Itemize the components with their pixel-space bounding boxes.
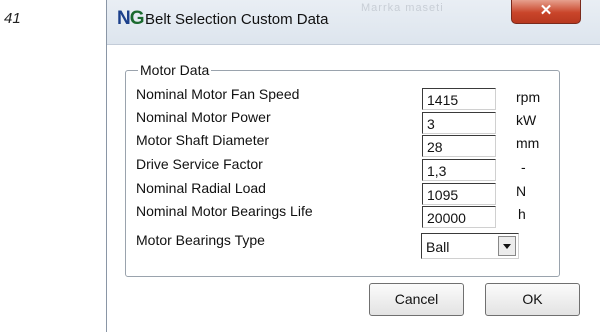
page-number: 41 <box>4 10 21 27</box>
group-title: Motor Data <box>138 62 212 78</box>
background-window-text: Marrka maseti <box>361 2 444 14</box>
shaft-diameter-input[interactable]: 28 <box>422 135 496 157</box>
label-bearings-life: Nominal Motor Bearings Life <box>136 203 313 219</box>
radial-load-input[interactable]: 1095 <box>422 183 496 205</box>
unit-radial-load: N <box>516 183 527 199</box>
window-title: Belt Selection Custom Data <box>145 11 329 28</box>
unit-bearings-life: h <box>518 206 526 222</box>
dialog-window: NG Belt Selection Custom Data Marrka mas… <box>106 0 600 332</box>
label-service-factor: Drive Service Factor <box>136 156 263 172</box>
fan-speed-input[interactable]: 1415 <box>422 88 496 110</box>
label-motor-power: Nominal Motor Power <box>136 109 271 125</box>
unit-motor-power: kW <box>516 112 537 128</box>
logo-letter-g: G <box>129 8 145 29</box>
chevron-down-icon <box>503 244 511 249</box>
label-radial-load: Nominal Radial Load <box>136 180 266 196</box>
label-fan-speed: Nominal Motor Fan Speed <box>136 86 300 102</box>
app-logo-icon: NG <box>117 8 145 30</box>
service-factor-input[interactable]: 1,3 <box>422 159 496 181</box>
cancel-button[interactable]: Cancel <box>369 283 464 316</box>
unit-shaft-diameter: mm <box>516 135 540 151</box>
motor-power-input[interactable]: 3 <box>422 112 496 134</box>
close-icon: ✕ <box>539 2 553 19</box>
unit-fan-speed: rpm <box>516 89 541 105</box>
dropdown-button[interactable] <box>498 236 516 256</box>
label-bearings-type: Motor Bearings Type <box>136 232 265 248</box>
dialog-body: Motor Data Nominal Motor Fan Speed 1415 … <box>107 45 600 332</box>
close-button[interactable]: ✕ <box>511 0 581 24</box>
ok-button[interactable]: OK <box>485 283 580 316</box>
bearings-type-value: Ball <box>426 239 450 255</box>
label-shaft-diameter: Motor Shaft Diameter <box>136 132 270 148</box>
bearings-life-input[interactable]: 20000 <box>422 206 496 228</box>
bearings-type-select[interactable]: Ball <box>421 233 519 259</box>
unit-service-factor: - <box>521 159 526 175</box>
title-bar[interactable]: NG Belt Selection Custom Data Marrka mas… <box>107 0 600 45</box>
logo-letter-n: N <box>117 8 131 29</box>
